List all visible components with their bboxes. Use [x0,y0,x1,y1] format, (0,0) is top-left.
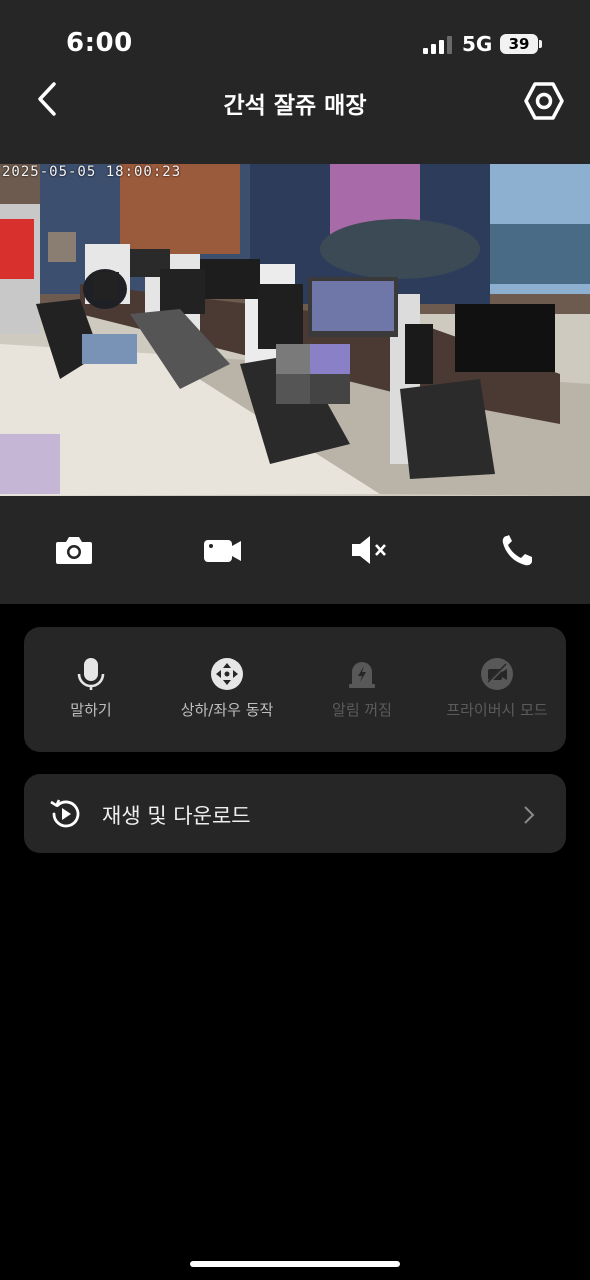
video-timestamp: 2025-05-05 18:00:23 [2,164,182,180]
video-controls [0,496,590,604]
chevron-right-icon [524,806,535,824]
action-panel: 말하기 상하/좌우 동작 알림 꺼짐 프라이버시 모드 [24,627,566,752]
talk-action[interactable]: 말하기 [26,657,156,720]
speaker-muted-icon[interactable] [350,532,390,568]
privacy-action[interactable]: 프라이버시 모드 [432,657,562,720]
status-bar: 6:00 5G 39 [0,0,590,80]
alarm-off-icon [349,662,375,688]
battery-icon: 39 [500,34,538,54]
settings-hexagon-icon[interactable] [524,81,564,121]
privacy-camera-off-icon [481,658,513,690]
phone-icon[interactable] [498,532,538,568]
video-camera-icon[interactable] [202,532,242,568]
home-indicator[interactable] [190,1261,400,1267]
camera-scene [0,164,590,496]
header: 간석 잘쥬 매장 [0,80,590,164]
talk-label: 말하기 [70,701,112,719]
network-type: 5G [462,32,493,56]
camera-live-view[interactable]: 2025-05-05 18:00:23 [0,164,590,496]
playback-download-row[interactable]: 재생 및 다운로드 [24,774,566,853]
history-play-icon [50,799,80,828]
pan-tilt-action[interactable]: 상하/좌우 동작 [162,657,292,720]
playback-label: 재생 및 다운로드 [102,804,251,828]
microphone-icon [77,658,105,690]
privacy-label: 프라이버시 모드 [446,701,548,719]
direction-pad-icon [211,658,243,690]
signal-icon [423,36,452,54]
status-time: 6:00 [66,28,133,58]
page-title: 간석 잘쥬 매장 [223,93,367,119]
alarm-label: 알림 꺼짐 [332,701,392,719]
battery-tip [539,40,542,48]
pan-tilt-label: 상하/좌우 동작 [180,701,274,719]
alarm-action[interactable]: 알림 꺼짐 [297,657,427,720]
camera-icon[interactable] [54,532,94,568]
